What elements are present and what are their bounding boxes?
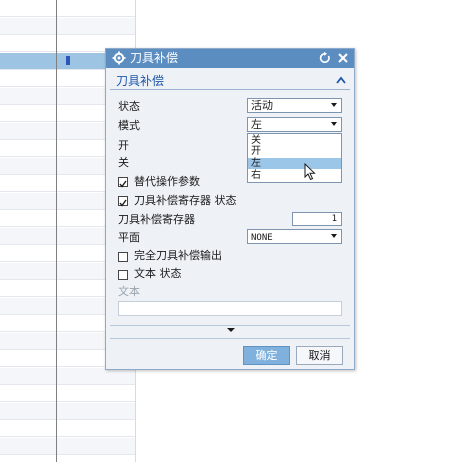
list-row[interactable]	[0, 18, 136, 35]
off-label: 关	[118, 156, 129, 169]
mode-option-off[interactable]: 关	[248, 135, 341, 146]
tool-compensation-dialog: 刀具补偿 刀具补偿 状态 活动 模式 左 开 关 关 开 左 右 替代操作参数 …	[105, 48, 355, 370]
list-row[interactable]	[0, 438, 136, 455]
mode-option-on[interactable]: 开	[248, 146, 341, 157]
on-label: 开	[118, 139, 129, 152]
chevron-down-icon	[331, 234, 337, 238]
mouse-cursor-icon	[304, 163, 316, 181]
register-state-label: 刀具补偿寄存器 状态	[134, 194, 237, 207]
reset-icon[interactable]	[318, 51, 332, 65]
check-icon	[119, 199, 127, 207]
text-input[interactable]	[118, 301, 342, 316]
chevron-down-icon	[331, 103, 337, 107]
list-row[interactable]	[0, 403, 136, 420]
register-input[interactable]: 1	[292, 212, 342, 226]
text-state-checkbox[interactable]	[118, 270, 128, 280]
override-checkbox[interactable]	[118, 177, 128, 188]
state-value: 活动	[251, 99, 273, 112]
group-header[interactable]: 刀具补偿	[110, 70, 350, 90]
register-label: 刀具补偿寄存器	[118, 213, 195, 226]
state-select[interactable]: 活动	[247, 98, 342, 113]
gear-icon	[112, 51, 126, 65]
mode-value: 左	[251, 118, 262, 131]
chevron-down-icon	[331, 122, 337, 126]
text-state-label: 文本 状态	[134, 267, 182, 280]
dialog-titlebar[interactable]: 刀具补偿	[106, 49, 354, 68]
ok-button[interactable]: 确定	[243, 346, 290, 365]
cancel-button[interactable]: 取消	[296, 346, 343, 365]
override-label: 替代操作参数	[134, 175, 200, 188]
list-row[interactable]	[0, 385, 136, 402]
mode-option-right[interactable]: 右	[248, 170, 341, 181]
full-output-checkbox[interactable]	[118, 252, 128, 262]
register-state-checkbox[interactable]	[118, 196, 128, 207]
full-output-label: 完全刀具补偿输出	[134, 249, 222, 262]
list-row[interactable]	[0, 368, 136, 385]
dialog-title: 刀具补偿	[130, 51, 179, 65]
list-row[interactable]	[0, 455, 136, 462]
list-row[interactable]	[0, 0, 136, 17]
column-divider	[56, 0, 57, 462]
mode-option-left[interactable]: 左	[248, 158, 341, 169]
check-icon	[119, 180, 127, 188]
plane-select[interactable]: NONE	[247, 229, 342, 244]
expand-bar[interactable]	[110, 325, 350, 335]
close-icon[interactable]	[336, 51, 350, 65]
plane-label: 平面	[118, 231, 140, 244]
list-row[interactable]	[0, 420, 136, 437]
mode-select[interactable]: 左	[247, 117, 342, 132]
text-label: 文本	[118, 285, 140, 298]
state-label: 状态	[118, 100, 140, 113]
mode-label: 模式	[118, 119, 140, 132]
row-marker-icon	[66, 56, 70, 65]
chevron-up-icon[interactable]	[335, 75, 347, 85]
group-title: 刀具补偿	[116, 74, 165, 88]
chevron-down-icon	[227, 328, 235, 332]
divider	[110, 338, 350, 339]
mode-dropdown-list: 关 开 左 右	[247, 133, 342, 183]
plane-value: NONE	[251, 233, 273, 243]
